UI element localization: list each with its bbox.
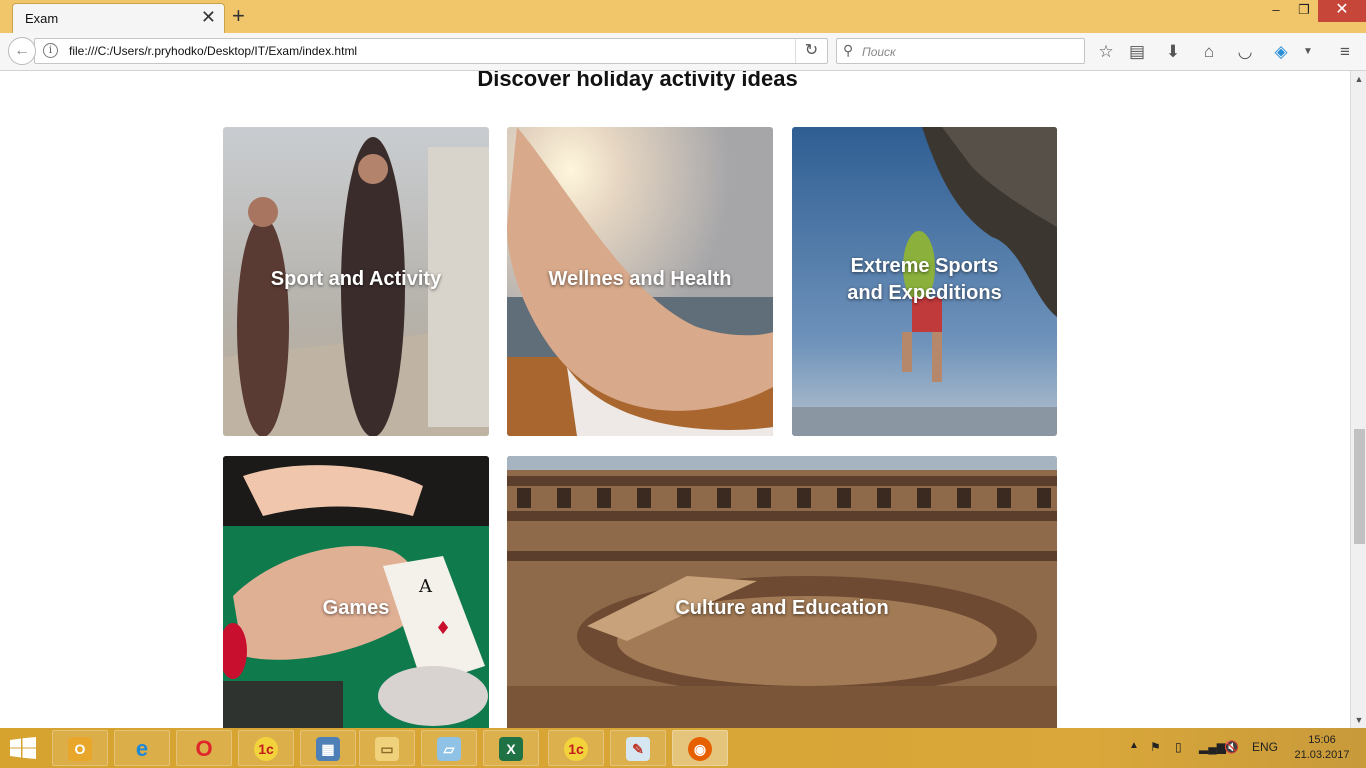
- home-icon[interactable]: ⌂: [1197, 40, 1221, 64]
- excel-icon: X: [499, 737, 523, 761]
- vertical-scrollbar[interactable]: ▲ ▼: [1350, 71, 1366, 728]
- search-box[interactable]: ⚲ Поиск: [836, 38, 1085, 64]
- scroll-up-icon[interactable]: ▲: [1351, 71, 1366, 87]
- action-center-flag-icon[interactable]: ⚑: [1150, 740, 1161, 754]
- paint-icon: ✎: [626, 737, 650, 761]
- card-label: Culture and Education: [675, 597, 889, 619]
- card-wellnes-and-health[interactable]: Wellnes and Health: [507, 127, 773, 436]
- taskbar-1c-second[interactable]: 1c: [548, 730, 604, 766]
- taskbar-notes-app[interactable]: ▱: [421, 730, 477, 766]
- page-heading: Discover holiday activity ideas: [477, 71, 798, 91]
- taskbar-internet-explorer[interactable]: e: [114, 730, 170, 766]
- card-label: Extreme Sports and Expeditions: [847, 255, 1002, 304]
- file-explorer-icon: ▭: [375, 737, 399, 761]
- close-tab-icon[interactable]: ✕: [201, 7, 216, 27]
- device-icon[interactable]: ▯: [1175, 740, 1182, 754]
- back-button[interactable]: ←: [8, 37, 36, 65]
- internet-explorer-icon: e: [135, 736, 149, 761]
- navigation-toolbar: i file:///C:/Users/r.pryhodko/Desktop/IT…: [0, 33, 1366, 71]
- card-label: Sport and Activity: [270, 268, 442, 290]
- notes-app-icon: ▱: [437, 737, 461, 761]
- clock-time: 15:06: [1308, 734, 1336, 746]
- network-signal-icon[interactable]: ▂▄▆: [1199, 740, 1226, 754]
- 1c-icon: 1c: [564, 737, 588, 761]
- card-culture-and-education[interactable]: Culture and Education: [507, 456, 1057, 728]
- poker-photo: A ♦: [223, 456, 489, 728]
- taskbar-network-app[interactable]: ▦: [300, 730, 356, 766]
- opera-icon: O: [195, 736, 213, 761]
- menu-icon[interactable]: ≡: [1333, 40, 1357, 64]
- show-hidden-icons-icon[interactable]: ▲: [1129, 740, 1139, 751]
- network-app-icon: ▦: [316, 737, 340, 761]
- close-window-button[interactable]: ✕: [1318, 0, 1366, 22]
- address-bar[interactable]: i file:///C:/Users/r.pryhodko/Desktop/IT…: [34, 38, 828, 64]
- card-extreme-sports-and-expeditions[interactable]: Extreme Sports and Expeditions: [792, 127, 1057, 436]
- card-label: Wellnes and Health: [548, 268, 732, 290]
- svg-text:A: A: [418, 576, 433, 597]
- taskbar-opera[interactable]: O: [176, 730, 232, 766]
- browser-tab[interactable]: Exam ✕: [12, 3, 225, 33]
- browser-title-bar: Exam ✕ + – ❐ ✕: [0, 0, 1366, 33]
- reload-icon[interactable]: ↻: [795, 39, 827, 63]
- 1c-icon: 1c: [254, 737, 278, 761]
- system-clock[interactable]: 15:06 21.03.2017: [1290, 733, 1354, 763]
- extension-icon[interactable]: ◈: [1269, 40, 1293, 64]
- pocket-icon[interactable]: ◡: [1233, 40, 1257, 64]
- card-label: Games: [322, 597, 390, 619]
- taskbar-excel[interactable]: X: [483, 730, 539, 766]
- scrollbar-thumb[interactable]: [1354, 429, 1365, 544]
- back-arrow-icon: ←: [14, 42, 30, 59]
- colosseum-photo: [507, 456, 1057, 728]
- url-text[interactable]: file:///C:/Users/r.pryhodko/Desktop/IT/E…: [69, 44, 357, 58]
- windows-start-icon[interactable]: [10, 737, 36, 759]
- firefox-icon: ◉: [688, 737, 712, 761]
- volume-muted-icon[interactable]: 🔇: [1224, 740, 1239, 754]
- page-content: Discover holiday activity ideas Sport an…: [0, 71, 1350, 728]
- windows-taskbar: O e O 1c ▦ ▭ ▱ X 1c ✎ ◉ ▲ ⚑ ▯ ▂▄▆ 🔇 ENG …: [0, 728, 1366, 768]
- taskbar-file-explorer[interactable]: ▭: [359, 730, 415, 766]
- reading-list-icon[interactable]: ▤: [1125, 40, 1149, 64]
- taskbar-outlook[interactable]: O: [52, 730, 108, 766]
- minimize-button[interactable]: –: [1262, 0, 1290, 22]
- extension-dropdown-icon[interactable]: ▼: [1296, 40, 1320, 64]
- maximize-button[interactable]: ❐: [1290, 0, 1318, 22]
- language-indicator[interactable]: ENG: [1252, 740, 1278, 754]
- outlook-icon: O: [68, 737, 92, 761]
- card-sport-and-activity[interactable]: Sport and Activity: [223, 127, 489, 436]
- downloads-icon[interactable]: ⬇: [1161, 40, 1185, 64]
- search-icon: ⚲: [843, 42, 854, 58]
- taskbar-1c[interactable]: 1c: [238, 730, 294, 766]
- tab-title: Exam: [25, 11, 59, 26]
- site-info-icon[interactable]: i: [43, 43, 58, 58]
- new-tab-button[interactable]: +: [232, 4, 245, 28]
- card-games[interactable]: A ♦ Games: [223, 456, 489, 728]
- search-placeholder[interactable]: Поиск: [862, 45, 896, 59]
- clock-date: 21.03.2017: [1294, 749, 1350, 761]
- taskbar-paint[interactable]: ✎: [610, 730, 666, 766]
- scroll-down-icon[interactable]: ▼: [1351, 712, 1366, 728]
- bookmark-star-icon[interactable]: ☆: [1094, 40, 1118, 64]
- taskbar-firefox[interactable]: ◉: [672, 730, 728, 766]
